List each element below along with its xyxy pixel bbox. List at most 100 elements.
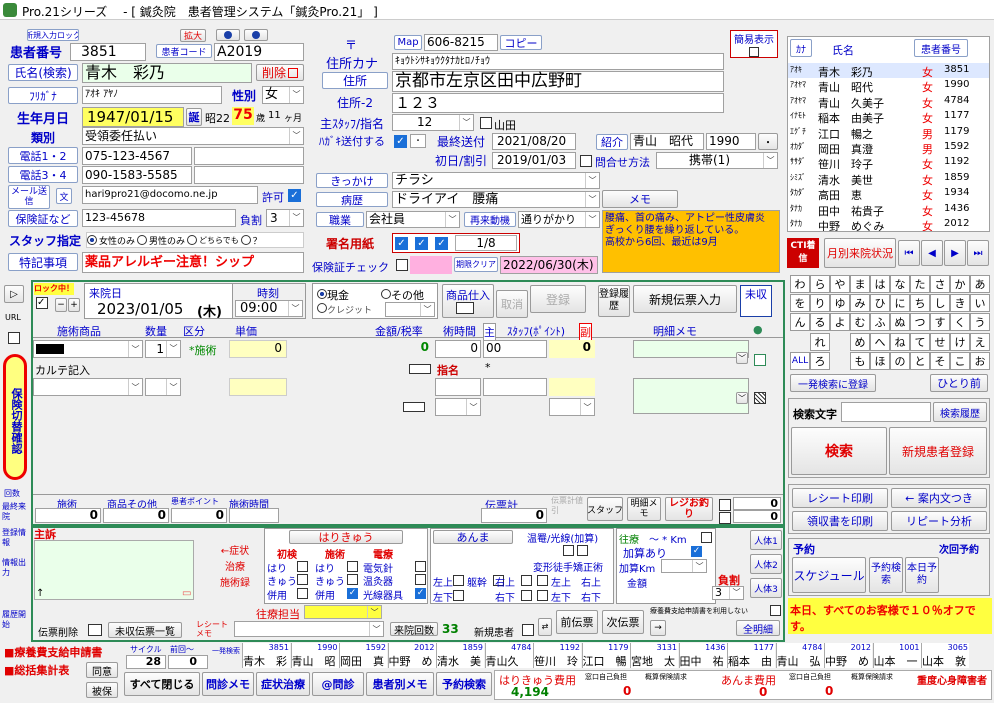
kana-key[interactable]: み [850, 294, 870, 313]
row1-point[interactable]: 0 [549, 340, 595, 358]
kana-key[interactable]: そ [930, 351, 950, 370]
one-search-label[interactable]: 一発検索 [212, 646, 240, 656]
kana-key[interactable]: へ [870, 332, 890, 351]
list-header-number[interactable]: 患者番号 [914, 39, 968, 57]
kana-key[interactable]: か [950, 275, 970, 293]
add-km-select[interactable]: ﹀ [661, 559, 707, 573]
new-slip-button[interactable]: 新規伝票入力 [633, 285, 737, 313]
kana-key[interactable]: た [910, 275, 930, 293]
patient-list-row[interactable]: ｱｵｷ 青木 彩乃女 3851 [788, 63, 989, 79]
kana-key[interactable]: ALL [790, 351, 810, 370]
record-button[interactable]: 施術録 [212, 574, 258, 589]
kana-key[interactable]: せ [930, 332, 950, 351]
kana-key[interactable]: て [910, 332, 930, 351]
harikyu-button[interactable]: はりきゅう [289, 530, 403, 544]
simple-display-toggle[interactable]: 簡易表示 [730, 30, 778, 58]
gender-select[interactable]: 女 ﹀ [262, 86, 304, 104]
kana-key[interactable]: に [890, 294, 910, 313]
kana-key[interactable]: ね [890, 332, 910, 351]
birthday-button[interactable]: 誕 [186, 108, 202, 126]
mail-allow-checkbox[interactable]: ✓ [288, 189, 301, 202]
kana-key[interactable]: ほ [870, 351, 890, 370]
info-output-label[interactable]: 情報出力 [2, 558, 28, 578]
init-hari-check[interactable] [297, 561, 308, 572]
kana-key[interactable]: ら [810, 275, 830, 293]
new-patient-button[interactable]: 新規患者登録 [889, 427, 987, 475]
receipt-memo-select[interactable]: ﹀ [234, 621, 384, 637]
detail-all-button[interactable]: 全明細 [736, 620, 780, 636]
kana-key[interactable]: わ [790, 275, 810, 293]
patient-list-row[interactable]: ﾀﾅｶ 中野 めぐみ 女 2012 [788, 217, 989, 231]
kana-key[interactable]: え [970, 332, 990, 351]
history-cell[interactable]: 3131 宮地 太 [630, 643, 678, 668]
history-cell[interactable]: 3851 青木 彩 [242, 643, 290, 668]
kana-key[interactable]: ん [790, 313, 810, 332]
history-cell[interactable]: 1859 清水 美 [436, 643, 484, 668]
detail-memo-button[interactable]: 明細メモ [627, 497, 661, 521]
agree-button[interactable]: 同意 [86, 662, 118, 678]
contact-select[interactable]: 携帯(1) ﹀ [656, 152, 778, 169]
symptom-treat-button[interactable]: 症状治療 [256, 672, 310, 696]
insurance-field[interactable]: 123-45678 [82, 209, 236, 227]
one-search-register-button[interactable]: 一発検索に登録 [790, 374, 876, 392]
pay-other-radio[interactable]: その他 [381, 287, 424, 303]
registered-info-label[interactable]: 登録情報 [2, 528, 28, 548]
slip-delete-icon[interactable] [88, 624, 102, 636]
add-check[interactable]: ✓ [691, 546, 702, 557]
reji-button[interactable]: レジお釣り [665, 497, 713, 521]
reserve-search-button[interactable]: 予約検索 [869, 557, 903, 593]
patient-number-field[interactable]: 3851 [70, 43, 146, 61]
onpu-check-2[interactable] [577, 545, 588, 556]
visit-count-button[interactable]: 来院回数 [390, 622, 438, 636]
job-button[interactable]: 職業 [316, 212, 364, 227]
visit-date[interactable]: 2023/01/05 [97, 300, 183, 318]
left-down-check[interactable] [453, 590, 464, 601]
intro-button[interactable]: 紹介 [596, 134, 628, 150]
kana-key[interactable]: り [810, 294, 830, 313]
kana-key[interactable]: む [850, 313, 870, 332]
proc-hei-check[interactable]: ✓ [347, 588, 358, 599]
visit-care-check[interactable] [701, 532, 712, 543]
close-all-button[interactable]: すべて閉じる [124, 672, 200, 696]
up-arrow-icon[interactable]: ↑ [36, 588, 44, 599]
hagaki-sub[interactable]: ・ [410, 134, 426, 148]
burden-select[interactable]: 3 ﹀ [266, 209, 304, 227]
row1-staff[interactable]: 00 [483, 340, 547, 358]
disease-select[interactable]: ドライアイ 腰痛 ﹀ [392, 191, 600, 208]
sign-checkbox-1[interactable]: ✓ [395, 237, 408, 250]
radio-icon[interactable] [240, 235, 251, 245]
kana-key[interactable]: る [810, 313, 830, 332]
patient-code-label[interactable]: 患者コード [156, 44, 212, 58]
patient-list-row[interactable]: ｻｻﾀﾞ 笹川 玲子女 1192 [788, 155, 989, 171]
visit-staff-select[interactable]: ﹀ [304, 605, 382, 619]
notes-field[interactable]: 薬品アレルギー注意！シップ [82, 252, 304, 273]
toggle-b-button[interactable] [244, 29, 268, 41]
disease-button[interactable]: 病歴 [316, 192, 388, 207]
patient-list-row[interactable]: ｲﾅﾓﾄ 稲本 由美子女 1177 [788, 109, 989, 125]
row3-product-select[interactable]: ﹀ [33, 378, 143, 396]
kana-key[interactable]: さ [930, 275, 950, 293]
prev-slip-button[interactable]: 前伝票 [556, 610, 598, 634]
credit-select[interactable]: ﹀ [385, 302, 435, 317]
kana-key[interactable]: ゆ [830, 294, 850, 313]
kana-key[interactable]: ひ [870, 294, 890, 313]
patient-memo-button[interactable]: 患者別メモ [366, 672, 434, 696]
patient-list-row[interactable]: ｴｸﾞﾁ 江口 暢之男 1179 [788, 125, 989, 141]
tel3-field[interactable]: 090-1583-5585 [82, 166, 192, 184]
arrow-right-icon[interactable]: → [650, 620, 666, 636]
kana-key[interactable]: い [970, 294, 990, 313]
history-cell[interactable]: 1592 岡田 真 [339, 643, 387, 668]
elec3-check[interactable]: ✓ [415, 588, 426, 599]
henkei-ld-check[interactable] [537, 590, 548, 601]
app1-label[interactable]: ■療養費支給申請書 [4, 644, 102, 660]
intro-dot-button[interactable]: ・ [758, 133, 778, 150]
previous-one-button[interactable]: ひとり前 [930, 374, 988, 392]
search-button[interactable]: 検索 [791, 427, 887, 475]
row1-product-select[interactable]: ﹀ [33, 340, 143, 358]
pay-cash-radio[interactable]: 現金 [317, 287, 349, 303]
sign-checkbox-3[interactable]: ✓ [435, 237, 448, 250]
proc-kyu-check[interactable] [347, 574, 358, 585]
row2-toggle[interactable] [409, 364, 431, 374]
reserve-search-bottom-button[interactable]: 予約検索 [436, 672, 492, 696]
staff-button[interactable]: スタッフ [587, 497, 623, 521]
